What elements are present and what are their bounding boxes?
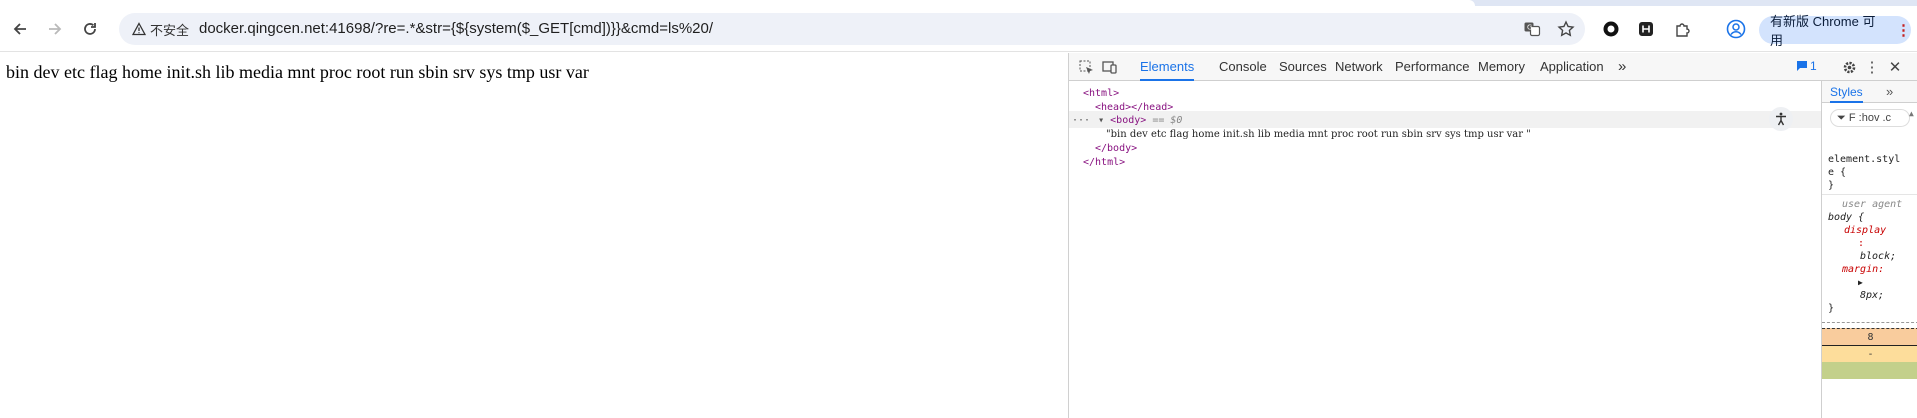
element-style-selector-1: element.styl: [1828, 154, 1901, 165]
security-label: 不安全: [150, 22, 190, 38]
back-arrow-icon: [13, 23, 26, 35]
update-chrome-button[interactable]: 有新版 Chrome 可用 ⋮: [1759, 14, 1911, 48]
styles-more-tabs[interactable]: »: [1886, 84, 1893, 99]
close-devtools-icon[interactable]: ✕: [1886, 58, 1904, 76]
back-button[interactable]: [6, 15, 34, 43]
box-model-border-value: -: [1867, 349, 1874, 360]
reload-button[interactable]: [76, 15, 104, 43]
html-close-tag: </html>: [1083, 157, 1126, 168]
tab-sources[interactable]: Sources: [1279, 53, 1327, 81]
display-property: display: [1844, 225, 1887, 236]
body-selector: body {: [1828, 212, 1865, 223]
extensions-puzzle-icon[interactable]: [1671, 17, 1695, 41]
profile-avatar-icon[interactable]: [1724, 17, 1748, 41]
message-icon: [1797, 61, 1807, 71]
site-security-chip[interactable]: 不安全: [126, 17, 197, 41]
dom-tree: <html> <head></head> ··· ▾ <body> == $0 …: [1069, 81, 1821, 418]
dom-text-node[interactable]: "bin dev etc flag home init.sh lib media…: [1106, 126, 1531, 143]
page-viewport: bin dev etc flag home init.sh lib media …: [0, 53, 1068, 418]
devtools-tabbar: Elements Console Sources Network Perform…: [1069, 53, 1917, 81]
browser-toolbar: 不安全 docker.qingcen.net:41698/?re=.*&str=…: [0, 6, 1917, 52]
styles-tabbar: Styles »: [1822, 81, 1917, 103]
node-actions-ellipsis[interactable]: ···: [1072, 115, 1090, 126]
margin-property: margin:: [1842, 264, 1885, 275]
filter-text: F :hov .c: [1848, 112, 1892, 124]
styles-pane: Styles » ⏷ F :hov .c ▲ element.styl e { …: [1821, 81, 1917, 418]
element-style-rule[interactable]: element.styl e { }: [1828, 153, 1917, 192]
element-style-selector-2: e {: [1828, 167, 1847, 178]
address-bar[interactable]: 不安全 docker.qingcen.net:41698/?re=.*&str=…: [119, 13, 1585, 45]
box-model-border[interactable]: -: [1822, 345, 1917, 362]
element-style-close: }: [1828, 180, 1835, 191]
issues-count: 1: [1810, 59, 1817, 73]
body-close-tag: </body>: [1095, 143, 1138, 154]
settings-gear-icon[interactable]: [1840, 58, 1858, 76]
expand-triangle-icon[interactable]: ▾: [1098, 115, 1104, 126]
user-agent-label: user agent: [1842, 199, 1903, 210]
reload-icon: [84, 23, 96, 35]
warning-icon: [132, 22, 146, 36]
extension-h-icon[interactable]: [1634, 17, 1658, 41]
svg-text:G: G: [1527, 24, 1532, 32]
forward-arrow-icon: [49, 23, 62, 35]
display-value: block;: [1860, 251, 1897, 262]
more-menu-icon[interactable]: ⋮: [1896, 21, 1911, 39]
margin-expand-icon[interactable]: ▶: [1828, 276, 1917, 289]
inspect-element-icon[interactable]: [1077, 58, 1095, 76]
dom-node-html-close[interactable]: </html>: [1083, 154, 1125, 171]
translate-icon[interactable]: G: [1522, 19, 1542, 39]
issues-badge[interactable]: 1: [1796, 59, 1817, 73]
extension-record-icon[interactable]: [1599, 17, 1623, 41]
tab-memory[interactable]: Memory: [1478, 53, 1525, 81]
tab-elements[interactable]: Elements: [1140, 53, 1195, 81]
filter-icon: ⏷: [1837, 112, 1846, 124]
update-chrome-label: 有新版 Chrome 可用: [1770, 14, 1876, 48]
box-model-divider: [1822, 322, 1917, 323]
display-colon: :: [1858, 238, 1865, 249]
rule-divider: [1822, 194, 1917, 195]
html-open-tag: <html>: [1083, 88, 1120, 99]
accessibility-icon: [1776, 112, 1786, 126]
margin-value: 8px;: [1860, 290, 1885, 301]
forward-button[interactable]: [41, 15, 69, 43]
tab-application[interactable]: Application: [1540, 53, 1604, 81]
styles-filter-input[interactable]: ⏷ F :hov .c: [1830, 109, 1910, 127]
devtools-panel: Elements Console Sources Network Perform…: [1068, 53, 1917, 418]
body-rule-close: }: [1828, 303, 1835, 314]
devtools-menu-icon[interactable]: ⋮: [1863, 58, 1881, 76]
box-model-margin[interactable]: 8: [1822, 328, 1917, 345]
box-model-margin-value: 8: [1867, 332, 1874, 343]
command-output-text: bin dev etc flag home init.sh lib media …: [6, 62, 589, 82]
bookmark-star-icon[interactable]: [1556, 19, 1576, 39]
more-tabs-button[interactable]: »: [1618, 53, 1626, 81]
tab-performance[interactable]: Performance: [1395, 53, 1469, 81]
tab-network[interactable]: Network: [1335, 53, 1383, 81]
device-toolbar-icon[interactable]: [1101, 58, 1119, 76]
selected-node-marker: == $0: [1152, 115, 1183, 126]
tab-styles[interactable]: Styles: [1830, 85, 1863, 103]
url-text[interactable]: docker.qingcen.net:41698/?re=.*&str={${s…: [199, 20, 713, 37]
scroll-up-arrow[interactable]: ▲: [1909, 109, 1914, 118]
tab-console[interactable]: Console: [1219, 53, 1267, 81]
box-model-padding[interactable]: [1822, 362, 1917, 379]
body-ua-rule[interactable]: user agent body { display : block; margi…: [1828, 198, 1917, 315]
body-open-tag: <body>: [1110, 115, 1147, 126]
accessibility-tree-button[interactable]: [1769, 107, 1793, 131]
